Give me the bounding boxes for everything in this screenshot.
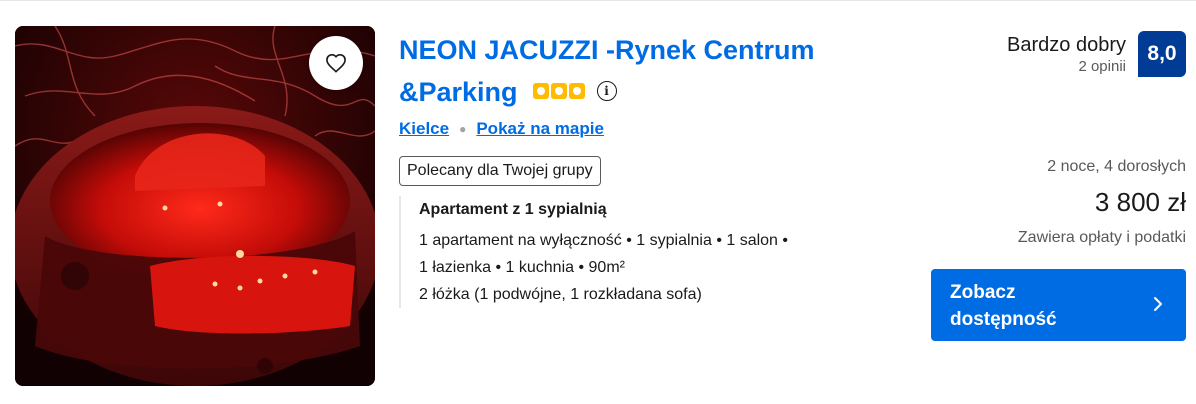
favorite-button[interactable] <box>309 36 363 90</box>
property-title: NEON JACUZZI -Rynek Centrum &Parking i <box>399 29 879 113</box>
info-icon[interactable]: i <box>596 80 617 101</box>
heart-outline-icon <box>326 53 346 73</box>
show-on-map-link[interactable]: Pokaż na mapie <box>476 119 604 139</box>
price: 3 800 zł <box>1094 187 1186 217</box>
unit-details: Apartament z 1 sypialnią 1 apartament na… <box>399 196 879 308</box>
star-icon <box>533 82 550 99</box>
unit-detail-line: 2 łóżka (1 podwójne, 1 rozkładana sofa) <box>419 286 702 303</box>
star-rating <box>533 82 586 99</box>
review-label: Bardzo dobry <box>1007 34 1126 56</box>
taxes-note: Zawiera opłaty i podatki <box>1017 229 1186 246</box>
location-row: Kielce ● Pokaż na mapie <box>399 119 604 139</box>
unit-detail-line: 1 apartament na wyłączność • 1 sypialnia… <box>419 232 788 249</box>
star-icon <box>569 82 586 99</box>
separator-dot: ● <box>459 122 467 136</box>
top-divider <box>0 0 1196 1</box>
stay-summary: 2 noce, 4 dorosłych <box>1047 158 1186 175</box>
unit-detail-line: 1 łazienka • 1 kuchnia • 90m² <box>419 259 625 276</box>
city-link[interactable]: Kielce <box>399 119 449 139</box>
chevron-right-icon <box>1154 297 1162 311</box>
group-recommendation-badge: Polecany dla Twojej grupy <box>399 156 601 186</box>
see-availability-button[interactable]: Zobacz dostępność <box>931 269 1186 341</box>
review-score-badge[interactable]: 8,0 <box>1138 31 1186 77</box>
property-card: NEON JACUZZI -Rynek Centrum &Parking i K… <box>0 0 1196 404</box>
review-count: 2 opinii <box>1078 58 1126 75</box>
star-icon <box>551 82 568 99</box>
see-availability-label: Zobacz dostępność <box>950 279 1120 333</box>
review-summary[interactable]: Bardzo dobry 2 opinii <box>1007 33 1126 77</box>
cta-line-1: Zobacz <box>950 282 1016 303</box>
unit-name: Apartament z 1 sypialnią <box>419 201 607 218</box>
cta-line-2: dostępność <box>950 309 1057 330</box>
